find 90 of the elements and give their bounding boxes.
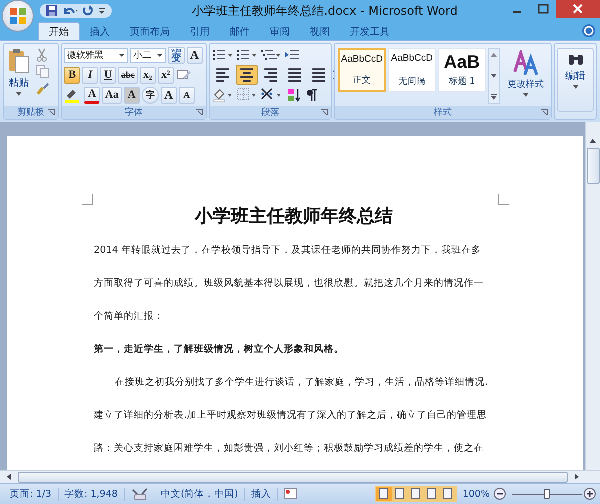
- document-line: 第一，走近学生，了解班级情况，树立个人形象和风格。: [94, 342, 344, 357]
- office-logo-icon: [7, 5, 29, 27]
- document-line: 建立了详细的分析表.加上平时观察对班级情况有了深入的了解之后，确立了自己的管理思: [94, 408, 488, 423]
- style-swatch[interactable]: AaB 标题 1: [438, 48, 486, 92]
- font-button[interactable]: A: [178, 86, 195, 104]
- font-button[interactable]: A: [160, 86, 177, 104]
- paste-button[interactable]: 粘贴: [6, 46, 32, 104]
- save-icon[interactable]: [46, 5, 58, 17]
- ribbon-tab[interactable]: 视图: [300, 23, 340, 40]
- document-line: 2014 年转眼就过去了，在学校领导指导下，及其课任老师的共同协作努力下，我班在多: [94, 244, 482, 258]
- align-button[interactable]: [236, 65, 258, 85]
- list-icon[interactable]: [260, 47, 282, 63]
- vertical-scrollbar[interactable]: [585, 122, 600, 470]
- horizontal-scrollbar[interactable]: [0, 470, 600, 484]
- redo-icon[interactable]: [82, 5, 94, 17]
- zoom-thumb[interactable]: [544, 489, 550, 500]
- shading-icon[interactable]: [212, 87, 234, 103]
- style-name: 无间隔: [398, 76, 426, 88]
- ribbon-tab[interactable]: 审阅: [260, 23, 300, 40]
- macro-record-icon[interactable]: [284, 488, 298, 500]
- status-text[interactable]: 中文(简体，中国): [154, 488, 246, 501]
- ribbon-tab[interactable]: 开始: [38, 22, 80, 40]
- customize-dropdown-icon[interactable]: [98, 6, 106, 16]
- zoom-level[interactable]: 100%: [462, 488, 490, 500]
- list-icon[interactable]: [212, 47, 234, 63]
- ribbon-tab[interactable]: 邮件: [220, 23, 260, 40]
- more-icon[interactable]: [489, 93, 500, 102]
- clipboard-icon: [8, 48, 30, 74]
- group-label: 样式: [434, 106, 452, 120]
- style-sample: AaBbCcD: [391, 53, 433, 64]
- scroll-thumb[interactable]: [586, 148, 600, 184]
- zoom-in-icon[interactable]: [584, 488, 596, 500]
- style-swatch[interactable]: AaBbCcD 正文: [338, 48, 386, 92]
- help-icon[interactable]: [582, 24, 596, 38]
- document-title: 小学班主任教师年终总结: [194, 205, 394, 230]
- format-button[interactable]: U: [100, 66, 116, 84]
- close-icon[interactable]: [556, 0, 600, 18]
- font-name-dropdown[interactable]: 微软雅黑: [64, 48, 128, 62]
- font-size-dropdown[interactable]: 小二: [130, 48, 166, 62]
- format-button[interactable]: abc: [118, 66, 138, 84]
- format-button[interactable]: x²: [158, 66, 174, 84]
- status-text[interactable]: 页面: 1/3: [4, 488, 59, 501]
- caret-icon: [523, 93, 530, 97]
- dialog-launcher-icon[interactable]: [541, 109, 548, 116]
- dialog-launcher-icon[interactable]: [196, 109, 204, 116]
- group-label: 字体: [125, 106, 144, 120]
- status-text[interactable]: 字数: 1,948: [58, 488, 125, 501]
- change-styles-button[interactable]: 更改样式: [504, 48, 548, 104]
- window-title: 小学班主任教师年终总结.docx - Microsoft Word: [191, 2, 459, 20]
- font-button[interactable]: Aa: [102, 86, 122, 104]
- font-button[interactable]: A: [84, 86, 100, 104]
- editing-button[interactable]: 编辑: [557, 48, 594, 112]
- ribbon-tab[interactable]: 插入: [80, 23, 120, 40]
- office-button[interactable]: [2, 0, 34, 32]
- letters-icon: [513, 50, 540, 76]
- binoculars-icon: [566, 53, 585, 67]
- group-label: 剪贴板: [18, 106, 45, 120]
- group-label: 段落: [262, 106, 280, 120]
- character-border-button[interactable]: A: [186, 46, 203, 64]
- style-swatch[interactable]: AaBbCcD 无间隔: [388, 48, 436, 92]
- status-text[interactable]: 插入: [245, 488, 278, 501]
- list-icon[interactable]: [236, 47, 258, 63]
- dialog-launcher-icon[interactable]: [48, 109, 56, 116]
- format-button[interactable]: B: [64, 66, 80, 84]
- document-line: 在接班之初我分别找了多个学生进行谈话，了解家庭，学习，生活，品格等详细情况.: [114, 376, 488, 390]
- font-button[interactable]: 字: [142, 86, 159, 104]
- scroll-down-icon[interactable]: [489, 72, 500, 80]
- dialog-launcher-icon[interactable]: [321, 109, 328, 116]
- ribbon-tab[interactable]: 开发工具: [340, 23, 400, 40]
- format-button[interactable]: I: [82, 66, 98, 84]
- document-line: 方面取得了可喜的成绩。班级风貌基本得以展现，也很欣慰。就把这几个月来的情况作一: [94, 276, 484, 291]
- caret-icon: [572, 85, 579, 89]
- style-name: 标题 1: [448, 76, 476, 88]
- style-sample: AaB: [444, 53, 480, 71]
- brush-icon[interactable]: [36, 82, 50, 96]
- zoom-slider[interactable]: [512, 488, 582, 500]
- ribbon-tab[interactable]: 页面布局: [120, 23, 180, 40]
- style-sample: AaBbCcD: [341, 54, 383, 65]
- style-name: 正文: [353, 74, 372, 87]
- view-button[interactable]: [376, 487, 392, 502]
- undo-icon[interactable]: [62, 5, 78, 17]
- caret-icon: [16, 92, 22, 96]
- proofing-icon[interactable]: [130, 487, 149, 502]
- format-button[interactable]: x₂: [140, 66, 156, 84]
- sort-icon[interactable]: [286, 87, 302, 103]
- font-button[interactable]: A: [124, 86, 140, 104]
- document-line: 路：关心支持家庭困难学生，如彭贵强，刘小红等；积极鼓励学习成绩差的学生，使之在: [94, 442, 484, 456]
- ribbon-tab[interactable]: 引用: [180, 23, 220, 40]
- zoom-out-icon[interactable]: [494, 488, 506, 500]
- document-line: 个简单的汇报：: [94, 310, 164, 324]
